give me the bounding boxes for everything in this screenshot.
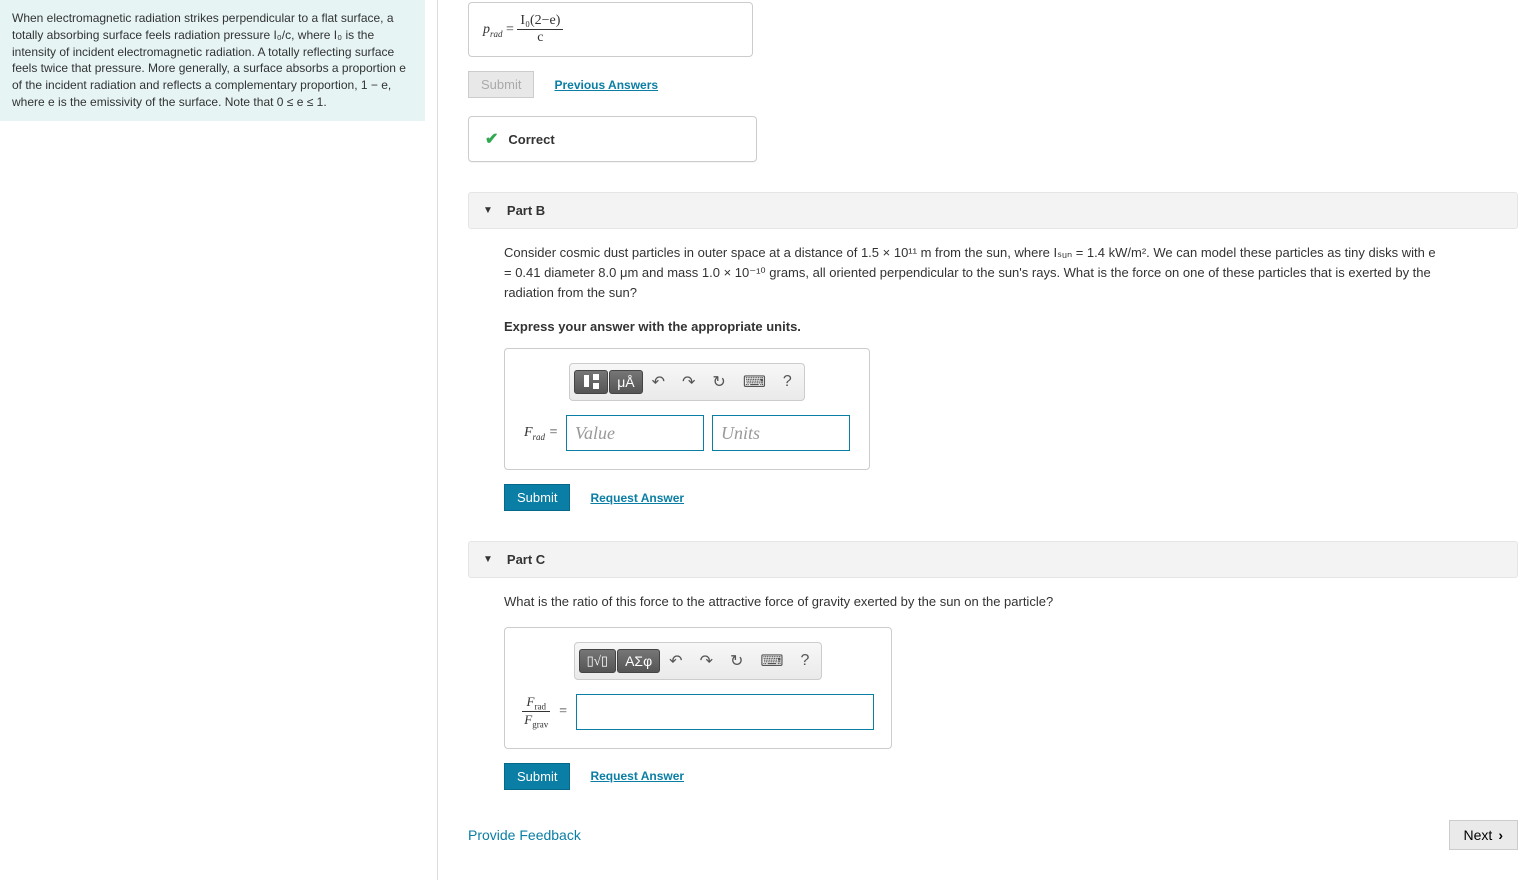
part-b-question: Consider cosmic dust particles in outer … (504, 243, 1444, 303)
undo-icon[interactable]: ↶ (644, 368, 673, 396)
help-icon[interactable]: ? (775, 369, 800, 395)
part-b-title: Part B (507, 203, 545, 218)
help-icon[interactable]: ? (792, 648, 817, 674)
redo-icon[interactable]: ↷ (674, 368, 703, 396)
part-c-title: Part C (507, 552, 545, 567)
check-icon: ✔ (485, 129, 498, 149)
part-c-toolbar: ▯√▯ ΑΣφ ↶ ↷ ↻ ⌨ ? (574, 642, 823, 680)
part-b-toolbar: μÅ ↶ ↷ ↻ ⌨ ? (569, 363, 805, 401)
part-c-question: What is the ratio of this force to the a… (504, 592, 1444, 612)
part-b-header[interactable]: ▼ Part B (468, 192, 1518, 229)
next-button[interactable]: Next › (1449, 820, 1518, 850)
part-a-answer-box: prad = I₀(2−e) c (468, 2, 753, 57)
template-icon[interactable] (574, 370, 608, 394)
value-input[interactable] (566, 415, 704, 451)
keyboard-icon[interactable]: ⌨ (752, 647, 791, 675)
submit-button[interactable]: Submit (504, 763, 570, 790)
keyboard-icon[interactable]: ⌨ (735, 368, 774, 396)
part-c-variable: Frad Fgrav (522, 694, 550, 730)
correct-label: Correct (508, 132, 554, 147)
chevron-right-icon: › (1498, 827, 1503, 843)
provide-feedback-link[interactable]: Provide Feedback (468, 827, 581, 843)
part-a-equation: prad = I₀(2−e) c (483, 22, 563, 37)
symbols-icon[interactable]: ΑΣφ (617, 649, 660, 673)
previous-answers-link[interactable]: Previous Answers (554, 78, 658, 92)
part-b-variable: Frad = (524, 425, 558, 442)
request-answer-link[interactable]: Request Answer (590, 491, 684, 505)
submit-button[interactable]: Submit (504, 484, 570, 511)
part-b-instruction: Express your answer with the appropriate… (504, 319, 1518, 334)
correct-indicator: ✔ Correct (468, 116, 757, 162)
caret-down-icon: ▼ (483, 554, 493, 565)
part-b-input-panel: μÅ ↶ ↷ ↻ ⌨ ? Frad = (504, 348, 870, 470)
reset-icon[interactable]: ↻ (704, 368, 733, 396)
ratio-input[interactable] (576, 694, 874, 730)
submit-button-disabled: Submit (468, 71, 534, 98)
request-answer-link[interactable]: Request Answer (590, 769, 684, 783)
units-input[interactable] (712, 415, 850, 451)
template-icon[interactable]: ▯√▯ (579, 649, 616, 673)
caret-down-icon: ▼ (483, 205, 493, 216)
intro-text: When electromagnetic radiation strikes p… (0, 0, 425, 121)
part-c-input-panel: ▯√▯ ΑΣφ ↶ ↷ ↻ ⌨ ? Frad Fgrav = (504, 627, 892, 749)
undo-icon[interactable]: ↶ (661, 647, 690, 675)
reset-icon[interactable]: ↻ (722, 647, 751, 675)
units-icon[interactable]: μÅ (609, 370, 642, 394)
redo-icon[interactable]: ↷ (692, 647, 721, 675)
part-c-header[interactable]: ▼ Part C (468, 541, 1518, 578)
